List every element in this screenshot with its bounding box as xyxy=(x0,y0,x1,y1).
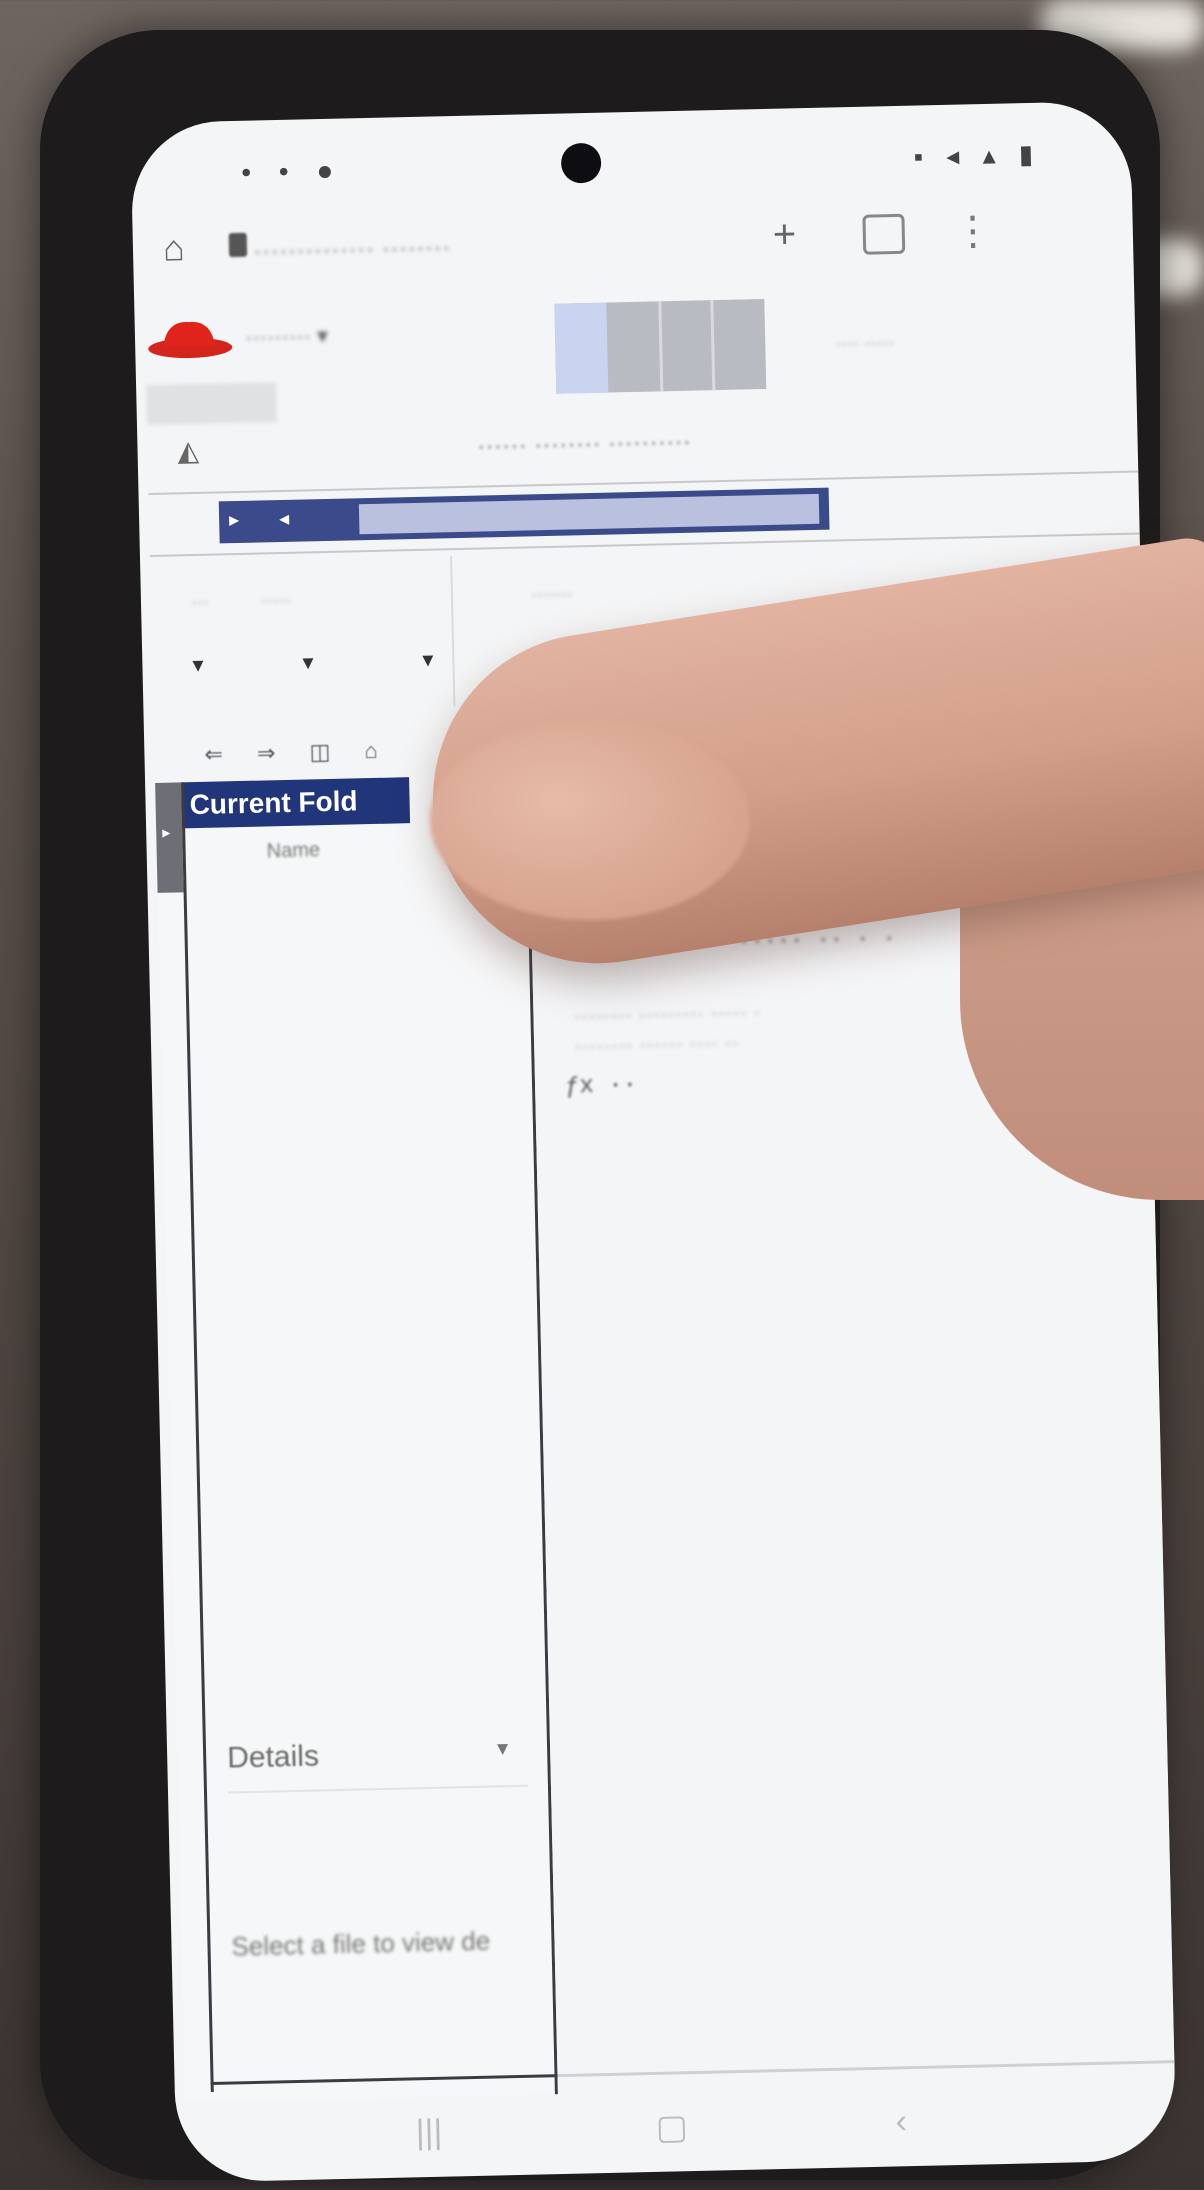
matlab-window-title: ◭ ······ ········ ·········· xyxy=(137,401,1138,484)
current-folder-title: Current Fold xyxy=(181,777,411,829)
current-folder-panel: ▸ Current Fold Name Details ▾ Select a f… xyxy=(155,774,558,2103)
user-info: ···· ····· xyxy=(835,332,895,354)
more-icon[interactable]: ⋮ xyxy=(952,208,993,255)
status-icons-right: ▪ ◂ ▴ ▮ xyxy=(913,138,1042,172)
matlab-title-text: ······ ········ ·········· xyxy=(477,428,692,459)
browser-address-bar: ⌂ ·············· ········ + ⋮ xyxy=(132,191,1134,294)
folder-path-bar[interactable]: ▸ ◂ xyxy=(218,487,830,544)
back-arrow-icon[interactable]: ▸ xyxy=(229,507,240,532)
front-camera xyxy=(560,142,602,184)
home-icon[interactable]: ⌂ xyxy=(163,227,200,268)
fingertip xyxy=(430,720,750,920)
forward-arrow-icon[interactable]: ◂ xyxy=(279,506,290,531)
app-name-text: ········· ▾ xyxy=(244,322,329,350)
session-thumbnails[interactable] xyxy=(554,299,767,394)
details-message: Select a file to view de xyxy=(231,1925,491,1962)
panel-collapse-tab[interactable]: ▸ xyxy=(155,782,184,893)
redhat-logo-icon xyxy=(148,321,233,359)
recent-apps-icon[interactable]: ||| xyxy=(415,2113,442,2153)
sub-toolbar xyxy=(146,382,277,426)
back-icon[interactable]: ‹ xyxy=(895,2102,907,2141)
chevron-down-icon[interactable]: ▾ xyxy=(302,649,314,675)
lock-icon xyxy=(228,232,248,258)
chevron-down-icon[interactable]: ▾ xyxy=(192,652,204,678)
status-icons-left: • • ● xyxy=(240,154,344,188)
name-column-header[interactable]: Name xyxy=(266,839,320,863)
tabs-icon[interactable] xyxy=(862,213,906,255)
app-header: ········· ▾ ···· ····· xyxy=(134,281,1136,426)
chevron-down-icon[interactable]: ▾ xyxy=(497,1735,509,1761)
quick-access-icons[interactable]: ⇐ ⇒ ◫ ⌂ xyxy=(204,736,455,782)
details-title: Details xyxy=(226,1739,320,1775)
chevron-down-icon[interactable]: ▾ xyxy=(422,647,434,673)
home-button-icon[interactable]: ▢ xyxy=(655,2107,688,2148)
matlab-icon: ◭ xyxy=(177,434,200,467)
command-prompt[interactable]: ƒx ·· xyxy=(565,1072,638,1101)
url-field[interactable]: ·············· ········ xyxy=(253,220,724,271)
plus-icon[interactable]: + xyxy=(772,212,796,258)
